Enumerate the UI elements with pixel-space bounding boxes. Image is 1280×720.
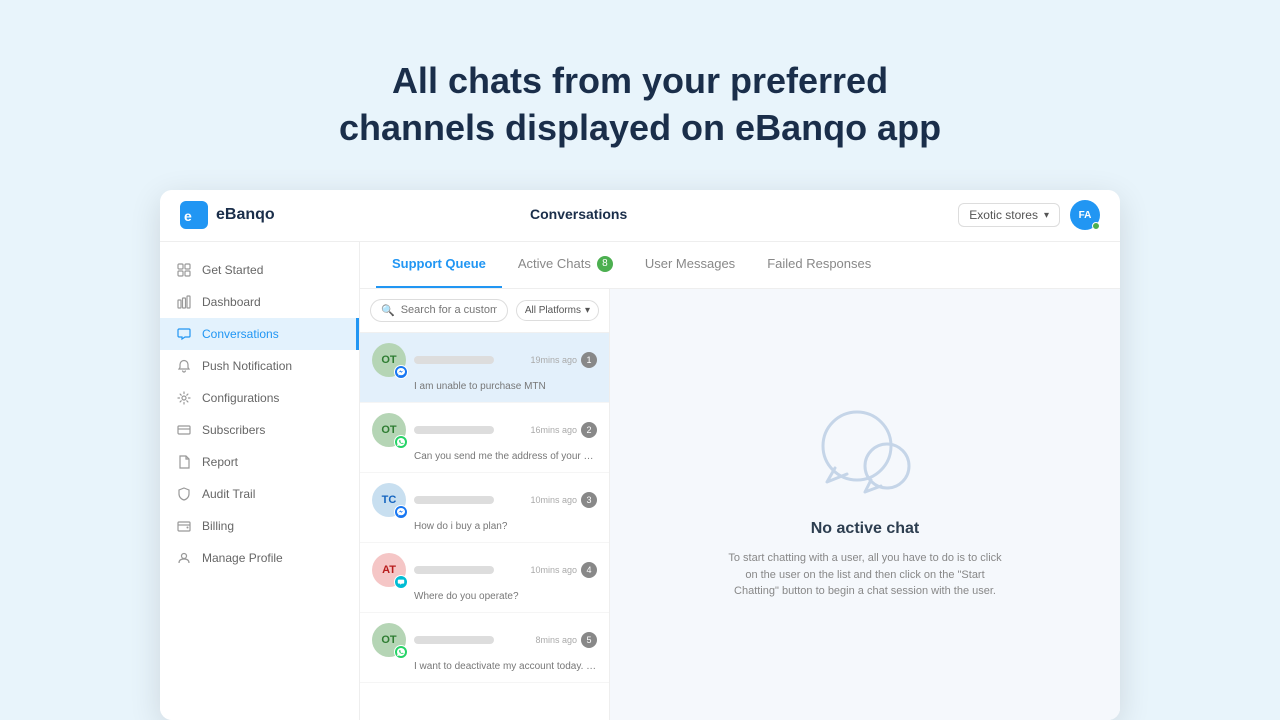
file-icon — [176, 454, 192, 470]
sidebar-label: Manage Profile — [202, 551, 283, 565]
chat-message: I am unable to purchase MTN — [372, 381, 597, 392]
platform-badge — [394, 645, 408, 659]
sidebar-item-report[interactable]: Report — [160, 446, 359, 478]
no-chat-title: No active chat — [811, 520, 919, 538]
shield-icon — [176, 486, 192, 502]
tab-failed-responses[interactable]: Failed Responses — [751, 242, 887, 288]
chat-time: 10mins ago — [530, 495, 577, 505]
chat-bubble-illustration — [805, 408, 925, 508]
grid-icon — [176, 262, 192, 278]
chat-time: 10mins ago — [530, 565, 577, 575]
avatar: OT — [372, 413, 406, 447]
sidebar-label: Conversations — [202, 327, 279, 341]
chat-time: 16mins ago — [530, 425, 577, 435]
chat-message: Can you send me the address of your offi… — [372, 451, 597, 462]
chevron-down-icon: ▾ — [585, 305, 590, 316]
sidebar-label: Dashboard — [202, 295, 261, 309]
chat-info: 8mins ago 5 — [414, 632, 597, 648]
bar-chart-icon — [176, 294, 192, 310]
user-avatar[interactable]: FA — [1070, 200, 1100, 230]
content-area: 🔍 All Platforms ▾ OT — [360, 289, 1120, 720]
right-panel: No active chat To start chatting with a … — [610, 289, 1120, 720]
sidebar-label: Audit Trail — [202, 487, 255, 501]
sidebar-item-push-notification[interactable]: Push Notification — [160, 350, 359, 382]
chevron-down-icon: ▾ — [1044, 210, 1049, 221]
chat-item[interactable]: OT 8mins ago 5 — [360, 613, 609, 683]
search-box[interactable]: 🔍 — [370, 299, 508, 322]
chat-time: 8mins ago — [535, 635, 577, 645]
hero-section: All chats from your preferred channels d… — [299, 0, 981, 190]
platform-badge — [394, 365, 408, 379]
page-title: Conversations — [530, 206, 627, 222]
sidebar-item-subscribers[interactable]: Subscribers — [160, 414, 359, 446]
platform-badge — [394, 435, 408, 449]
unread-badge: 5 — [581, 632, 597, 648]
sidebar-label: Configurations — [202, 391, 279, 405]
chat-info: 10mins ago 3 — [414, 492, 597, 508]
chat-item[interactable]: OT 16mins ago 2 — [360, 403, 609, 473]
unread-badge: 3 — [581, 492, 597, 508]
search-filter-bar: 🔍 All Platforms ▾ — [360, 289, 609, 333]
sidebar-label: Push Notification — [202, 359, 292, 373]
search-input[interactable] — [401, 304, 497, 316]
tab-active-chats[interactable]: Active Chats 8 — [502, 242, 629, 288]
chat-time: 19mins ago — [530, 355, 577, 365]
app-container: e eBanqo Conversations Exotic stores ▾ F… — [160, 190, 1120, 720]
sidebar-label: Report — [202, 455, 238, 469]
unread-badge: 2 — [581, 422, 597, 438]
credit-card-icon — [176, 422, 192, 438]
chat-info: 10mins ago 4 — [414, 562, 597, 578]
hero-title: All chats from your preferred channels d… — [319, 28, 961, 172]
chat-item[interactable]: OT 19mins ago 1 — [360, 333, 609, 403]
chat-info: 16mins ago 2 — [414, 422, 597, 438]
tabs-bar: Support Queue Active Chats 8 User Messag… — [360, 242, 1120, 289]
chat-message: I want to deactivate my account today. H… — [372, 661, 597, 672]
topbar-right: Exotic stores ▾ FA — [958, 200, 1100, 230]
avatar: OT — [372, 623, 406, 657]
chat-info: 19mins ago 1 — [414, 352, 597, 368]
unread-badge: 1 — [581, 352, 597, 368]
chat-item[interactable]: TC 10mins ago 3 — [360, 473, 609, 543]
chat-list: 🔍 All Platforms ▾ OT — [360, 289, 610, 720]
search-icon: 🔍 — [381, 304, 395, 317]
bell-icon — [176, 358, 192, 374]
topbar: e eBanqo Conversations Exotic stores ▾ F… — [160, 190, 1120, 242]
logo-area: e eBanqo — [180, 201, 380, 229]
sidebar-label: Billing — [202, 519, 234, 533]
svg-text:e: e — [184, 208, 192, 224]
sidebar-item-get-started[interactable]: Get Started — [160, 254, 359, 286]
sidebar-label: Get Started — [202, 263, 263, 277]
sidebar-label: Subscribers — [202, 423, 265, 437]
sidebar-item-audit-trail[interactable]: Audit Trail — [160, 478, 359, 510]
avatar: OT — [372, 343, 406, 377]
settings-icon — [176, 390, 192, 406]
avatar: AT — [372, 553, 406, 587]
tab-support-queue[interactable]: Support Queue — [376, 242, 502, 288]
store-selector[interactable]: Exotic stores ▾ — [958, 203, 1060, 227]
unread-badge: 4 — [581, 562, 597, 578]
active-chats-badge: 8 — [597, 256, 613, 272]
chat-icon — [176, 326, 192, 342]
platform-badge — [394, 505, 408, 519]
sidebar-item-billing[interactable]: Billing — [160, 510, 359, 542]
sidebar-item-dashboard[interactable]: Dashboard — [160, 286, 359, 318]
no-chat-description: To start chatting with a user, all you h… — [725, 550, 1005, 600]
sidebar-item-configurations[interactable]: Configurations — [160, 382, 359, 414]
logo-icon: e — [180, 201, 208, 229]
sidebar-item-conversations[interactable]: Conversations — [160, 318, 359, 350]
wallet-icon — [176, 518, 192, 534]
chat-message: How do i buy a plan? — [372, 521, 597, 532]
avatar: TC — [372, 483, 406, 517]
tab-user-messages[interactable]: User Messages — [629, 242, 751, 288]
main-area: Support Queue Active Chats 8 User Messag… — [360, 242, 1120, 720]
chat-item[interactable]: AT 10mins ago 4 — [360, 543, 609, 613]
online-dot — [1092, 222, 1100, 230]
logo-text: eBanqo — [216, 206, 275, 224]
platform-badge — [394, 575, 408, 589]
user-icon — [176, 550, 192, 566]
platform-filter[interactable]: All Platforms ▾ — [516, 300, 599, 321]
chat-message: Where do you operate? — [372, 591, 597, 602]
sidebar-item-manage-profile[interactable]: Manage Profile — [160, 542, 359, 574]
sidebar: Get Started Dashboard Co — [160, 242, 360, 720]
